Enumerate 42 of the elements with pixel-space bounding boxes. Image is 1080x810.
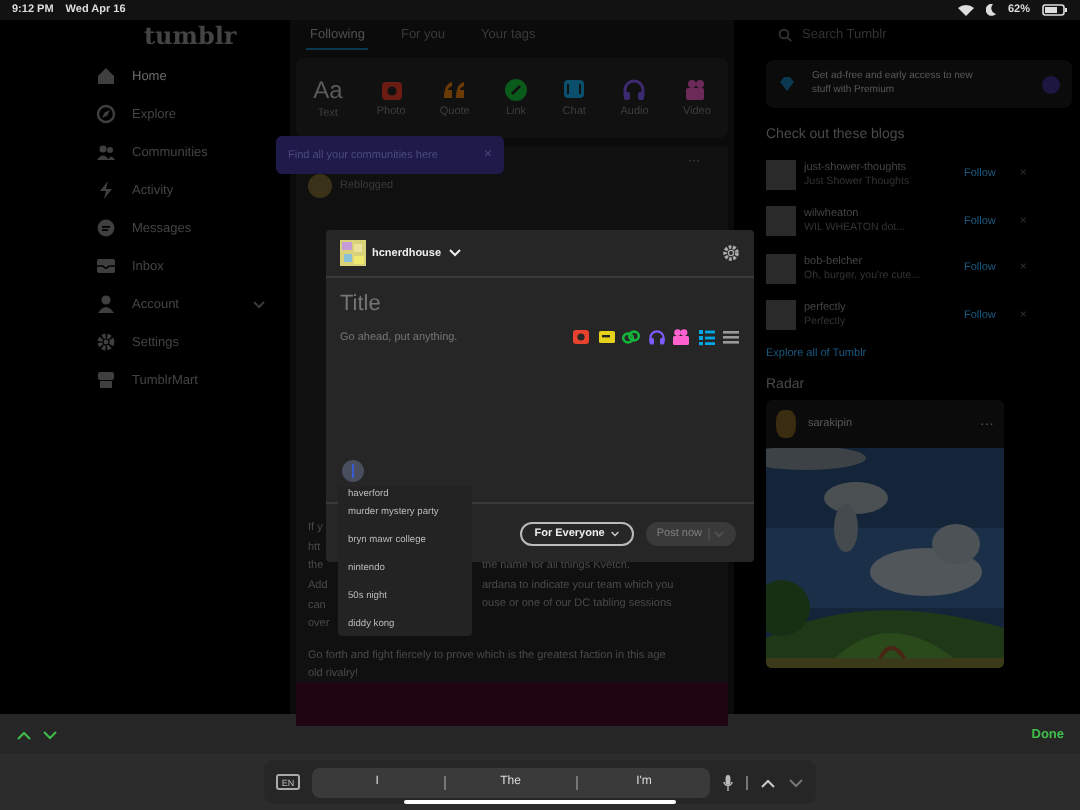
- people-icon: [96, 142, 116, 162]
- title-field[interactable]: Title: [340, 292, 580, 316]
- video-camera-icon[interactable]: [672, 328, 690, 346]
- battery-icon: [1042, 4, 1068, 16]
- search-icon: [778, 27, 792, 41]
- menu-icon[interactable]: [722, 328, 740, 346]
- blog-avatar: [340, 240, 366, 266]
- diamond-icon: [778, 76, 796, 92]
- inbox-icon: [96, 256, 116, 276]
- chevron-up-icon[interactable]: [16, 729, 32, 739]
- home-icon: [96, 66, 116, 86]
- text-type-icon: Aa: [313, 77, 343, 103]
- chevron-down-icon[interactable]: [42, 729, 58, 739]
- blog-avatar: [766, 159, 796, 189]
- blog-avatar: [766, 300, 796, 330]
- chevron-down-icon: [252, 299, 266, 309]
- chevron-up-icon[interactable]: [759, 777, 776, 787]
- person-icon: [96, 294, 116, 314]
- blog-avatar: [766, 206, 796, 236]
- headphones-icon[interactable]: [647, 328, 665, 346]
- shop-icon: [96, 370, 116, 390]
- link-icon[interactable]: [622, 328, 640, 346]
- chevron-down-icon[interactable]: [787, 777, 804, 787]
- logo[interactable]: tumblr: [144, 22, 237, 50]
- gear-icon: [96, 332, 116, 352]
- blog-avatar: [766, 253, 796, 283]
- camera-icon[interactable]: [572, 328, 590, 346]
- chat-bubble-icon: [96, 218, 116, 238]
- avatar: [776, 410, 796, 438]
- compass-icon: [96, 104, 116, 124]
- text-cursor-handle[interactable]: [342, 460, 364, 482]
- lightning-icon: [96, 180, 116, 200]
- avatar: [308, 174, 332, 198]
- moon-icon: [985, 4, 996, 16]
- chevron-down-icon: [447, 248, 462, 258]
- list-icon[interactable]: [697, 328, 715, 346]
- chevron-down-icon: [708, 527, 726, 539]
- chevron-down-icon: [610, 529, 621, 537]
- gif-icon[interactable]: [597, 328, 615, 346]
- wifi-icon: [957, 4, 974, 16]
- settings-icon[interactable]: [722, 244, 740, 262]
- microphone-icon[interactable]: [721, 773, 734, 791]
